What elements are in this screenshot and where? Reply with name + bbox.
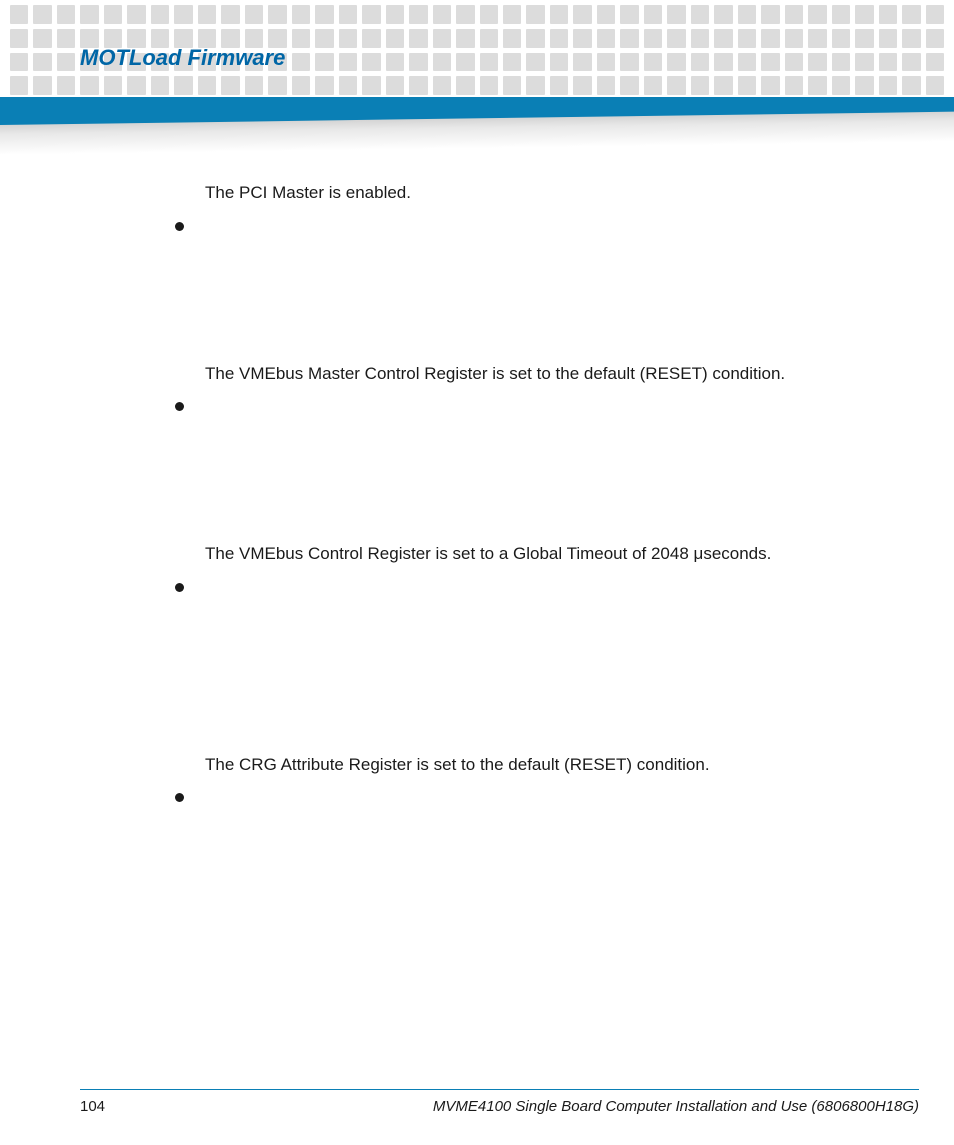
footer-divider xyxy=(80,1089,919,1090)
list-item xyxy=(165,394,885,411)
page-title: MOTLoad Firmware xyxy=(80,45,285,71)
content-area: The PCI Master is enabled. The VMEbus Ma… xyxy=(165,180,885,932)
list-item xyxy=(165,214,885,231)
list-item-text: The VMEbus Control Register is set to a … xyxy=(205,541,885,567)
bullet-icon xyxy=(175,793,184,802)
bullet-icon xyxy=(175,222,184,231)
page-number: 104 xyxy=(80,1098,105,1115)
page-footer: 104 MVME4100 Single Board Computer Insta… xyxy=(80,1098,919,1115)
list-item-text: The VMEbus Master Control Register is se… xyxy=(205,361,885,387)
list-item-text: The PCI Master is enabled. xyxy=(205,180,885,206)
list-item-text: The CRG Attribute Register is set to the… xyxy=(205,752,885,778)
list-item xyxy=(165,785,885,802)
bullet-icon xyxy=(175,402,184,411)
bullet-icon xyxy=(175,583,184,592)
document-title: MVME4100 Single Board Computer Installat… xyxy=(433,1098,919,1115)
list-item xyxy=(165,575,885,592)
